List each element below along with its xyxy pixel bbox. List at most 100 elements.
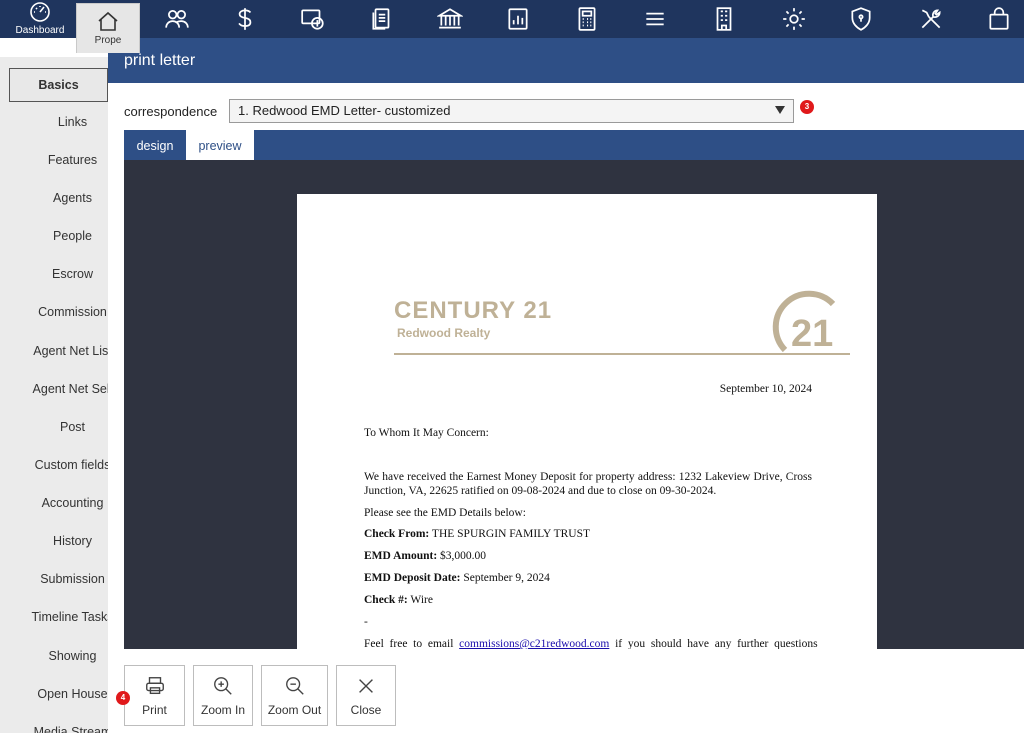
seal-number: 21 bbox=[791, 313, 833, 354]
century21-seal-logo: 21 bbox=[772, 290, 836, 354]
check-from-label: Check From: bbox=[364, 528, 430, 540]
sidebar-item-accounting[interactable]: Accounting bbox=[0, 496, 109, 510]
dashboard-gauge-icon bbox=[30, 2, 50, 22]
sidebar-item-commission[interactable]: Commission bbox=[0, 305, 109, 319]
letter-emd-date: EMD Deposit Date: September 9, 2024 bbox=[364, 571, 812, 585]
documents-icon bbox=[372, 8, 390, 30]
letter-emd-amount: EMD Amount: $3,000.00 bbox=[364, 549, 812, 563]
letter-check-from: Check From: THE SPURGIN FAMILY TRUST bbox=[364, 527, 812, 541]
shield-icon bbox=[851, 7, 871, 31]
gear-icon bbox=[783, 8, 805, 30]
letter-paragraph-2: Please see the EMD Details below: bbox=[364, 507, 526, 519]
nav-properties[interactable]: Prope bbox=[76, 3, 140, 53]
sidebar-item-agents[interactable]: Agents bbox=[0, 191, 109, 205]
print-letter-modal: print letter correspondence 1. Redwood E… bbox=[108, 38, 1024, 733]
nav-documents[interactable] bbox=[350, 0, 414, 38]
sidebar-item-media-stream[interactable]: Media Stream bbox=[0, 725, 109, 733]
letter-dash: - bbox=[364, 616, 368, 628]
print-button[interactable]: Print bbox=[124, 665, 185, 726]
shopping-bag-icon bbox=[989, 7, 1009, 30]
sidebar-item-features[interactable]: Features bbox=[0, 153, 109, 167]
nav-dashboard[interactable]: Dashboard bbox=[8, 0, 72, 38]
sidebar-item-timeline-tasks[interactable]: Timeline Tasks bbox=[0, 610, 110, 624]
print-button-label: Print bbox=[142, 702, 167, 717]
tab-preview[interactable]: preview bbox=[186, 130, 254, 161]
nav-offices[interactable] bbox=[692, 0, 756, 38]
sidebar-item-agent-net-sell[interactable]: Agent Net Sell bbox=[0, 382, 109, 396]
zoom-out-button[interactable]: Zoom Out bbox=[261, 665, 328, 726]
sidebar-item-links[interactable]: Links bbox=[0, 115, 109, 129]
correspondence-select[interactable]: 1. Redwood EMD Letter- customized bbox=[229, 99, 794, 123]
nav-bank[interactable] bbox=[418, 0, 482, 38]
bank-icon bbox=[437, 8, 463, 29]
calculator-icon bbox=[578, 7, 596, 31]
sidebar-item-open-house[interactable]: Open House bbox=[0, 687, 109, 701]
nav-tools[interactable] bbox=[899, 0, 963, 38]
dropdown-arrow-icon bbox=[775, 106, 785, 114]
emd-amount-label: EMD Amount: bbox=[364, 550, 438, 562]
letter-closing: Feel free to email commissions@c21redwoo… bbox=[364, 637, 818, 649]
closing-text-pre: Feel free to email bbox=[364, 638, 460, 649]
sidebar-item-showing[interactable]: Showing bbox=[0, 649, 109, 663]
modal-title: print letter bbox=[108, 38, 1024, 83]
zoom-in-button[interactable]: Zoom In bbox=[193, 665, 253, 726]
people-icon bbox=[165, 10, 189, 28]
property-sidebar: Basics Links Features Agents People Escr… bbox=[0, 57, 110, 733]
home-icon bbox=[98, 11, 118, 31]
sidebar-item-escrow[interactable]: Escrow bbox=[0, 267, 109, 281]
nav-finance[interactable] bbox=[213, 0, 277, 38]
letter-date: September 10, 2024 bbox=[719, 383, 812, 395]
nav-people[interactable] bbox=[145, 0, 209, 38]
view-tabs: design preview bbox=[124, 130, 1024, 161]
check-from-value: THE SPURGIN FAMILY TRUST bbox=[429, 528, 590, 540]
check-number-value: Wire bbox=[407, 594, 433, 606]
letter-salutation: To Whom It May Concern: bbox=[364, 427, 489, 439]
nav-receipts[interactable] bbox=[281, 0, 345, 38]
sidebar-item-people[interactable]: People bbox=[0, 229, 109, 243]
letter-page: CENTURY 21 Redwood Realty 21 September 1… bbox=[297, 194, 877, 649]
nav-store[interactable] bbox=[967, 0, 1024, 38]
emd-date-value: September 9, 2024 bbox=[460, 572, 550, 584]
emd-date-label: EMD Deposit Date: bbox=[364, 572, 461, 584]
zoom-out-icon bbox=[285, 676, 304, 695]
menu-icon bbox=[646, 12, 664, 26]
letter-preview-viewer[interactable]: CENTURY 21 Redwood Realty 21 September 1… bbox=[124, 160, 1024, 649]
zoom-in-icon bbox=[214, 676, 232, 695]
logo-divider-line bbox=[394, 353, 850, 355]
nav-reports[interactable] bbox=[486, 0, 550, 38]
closing-text-post: if you should have any further questions bbox=[609, 638, 818, 649]
sidebar-item-post[interactable]: Post bbox=[0, 420, 109, 434]
building-icon bbox=[716, 7, 732, 31]
letter-paragraph-1: We have received the Earnest Money Depos… bbox=[364, 471, 812, 497]
step-badge-3: 3 bbox=[800, 100, 814, 114]
top-nav-bar: Dashboard Prope bbox=[0, 0, 1024, 53]
bar-chart-icon bbox=[508, 8, 528, 30]
century21-logo-text: CENTURY 21 bbox=[394, 297, 553, 324]
letter-check-number: Check #: Wire bbox=[364, 593, 812, 607]
close-button[interactable]: Close bbox=[336, 665, 396, 726]
tools-icon bbox=[921, 9, 941, 29]
century21-logo-subtitle: Redwood Realty bbox=[397, 326, 491, 340]
sidebar-item-history[interactable]: History bbox=[0, 534, 109, 548]
nav-security[interactable] bbox=[829, 0, 893, 38]
nav-dashboard-label: Dashboard bbox=[15, 25, 65, 36]
step-badge-4: 4 bbox=[116, 691, 130, 705]
nav-menu[interactable] bbox=[623, 0, 687, 38]
emd-amount-value: $3,000.00 bbox=[437, 550, 487, 562]
correspondence-selected-value: 1. Redwood EMD Letter- customized bbox=[238, 103, 451, 118]
sidebar-item-basics[interactable]: Basics bbox=[9, 68, 108, 102]
zoom-out-button-label: Zoom Out bbox=[267, 702, 322, 717]
dollar-icon bbox=[238, 8, 252, 30]
nav-settings[interactable] bbox=[762, 0, 826, 38]
tab-design[interactable]: design bbox=[124, 130, 186, 160]
close-button-label: Close bbox=[350, 702, 382, 717]
commissions-email-link[interactable]: commissions@c21redwood.com bbox=[459, 638, 609, 649]
sidebar-item-submission[interactable]: Submission bbox=[0, 572, 109, 586]
nav-calculator[interactable] bbox=[555, 0, 619, 38]
sidebar-item-agent-net-list[interactable]: Agent Net List bbox=[0, 344, 109, 358]
sidebar-item-custom-fields[interactable]: Custom fields bbox=[0, 458, 109, 472]
money-receipt-icon bbox=[301, 9, 324, 30]
zoom-in-button-label: Zoom In bbox=[200, 702, 245, 717]
correspondence-label: correspondence bbox=[124, 104, 218, 119]
close-icon bbox=[359, 678, 373, 693]
